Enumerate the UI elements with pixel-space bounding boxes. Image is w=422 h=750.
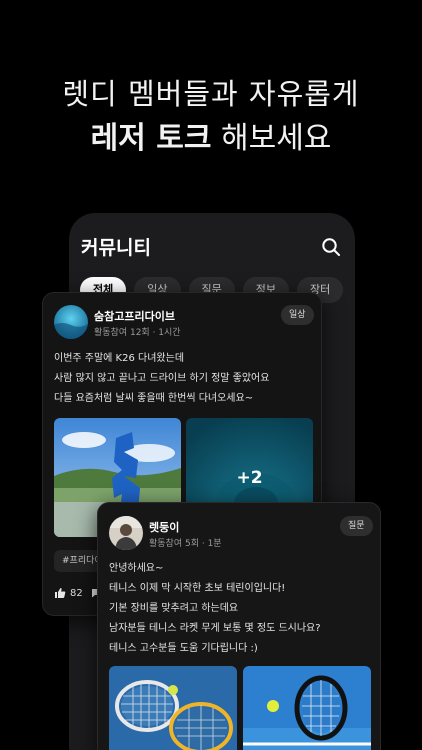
post-line: 사람 많지 않고 끝나고 드라이브 하기 정말 좋았어요 — [54, 373, 270, 384]
post-line: 기본 장비를 맞추려고 하는데요 — [109, 603, 239, 614]
post-line: 다들 요즘처럼 날씨 좋을때 한번씩 다녀오세요~ — [54, 393, 254, 404]
page-title: 커뮤니티 — [81, 237, 151, 259]
post-line: 남자분들 테니스 라켓 무게 보통 몇 정도 드시나요? — [109, 623, 321, 634]
like-count: 82 — [70, 587, 83, 599]
user-meta: 활동참여 5회 · 1분 — [149, 539, 222, 549]
headline-line-2: 레저 토크 해보세요 — [0, 116, 422, 162]
post-line: 이번주 주말에 K26 다녀왔는데 — [54, 353, 185, 364]
person-avatar-icon — [109, 516, 143, 550]
headline-line-1: 렛디 멤버들과 자유롭게 — [62, 77, 360, 111]
post-body: 이번주 주말에 K26 다녀왔는데 사람 많지 않고 끝나고 드라이브 하기 정… — [54, 349, 269, 409]
headline-bold: 레저 토크 — [90, 121, 212, 156]
like-button[interactable]: 82 — [54, 587, 83, 599]
thumbs-up-icon — [55, 588, 66, 598]
category-badge: 질문 — [340, 516, 373, 536]
post-body: 안녕하세요~ 테니스 이제 막 시작한 초보 테린이입니다! 기본 장비를 맞추… — [109, 559, 321, 659]
headline-rest: 해보세요 — [211, 121, 332, 156]
post-line: 테니스 고수분들 도움 기다립니다 :) — [109, 643, 258, 654]
post-photo-rackets[interactable] — [109, 666, 237, 750]
post-card-tennis[interactable]: 렛둥이 활동참여 5회 · 1분 질문 안녕하세요~ 테니스 이제 막 시작한 … — [97, 502, 381, 750]
avatar[interactable] — [54, 305, 88, 339]
avatar[interactable] — [109, 516, 143, 550]
post-photo-court[interactable] — [243, 666, 371, 750]
rackets-photo-icon — [109, 666, 237, 750]
search-icon[interactable] — [321, 237, 341, 257]
court-photo-icon — [243, 666, 371, 750]
ocean-avatar-icon — [54, 305, 88, 339]
user-meta: 활동참여 12회 · 1시간 — [94, 328, 181, 338]
post-line: 테니스 이제 막 시작한 초보 테린이입니다! — [109, 583, 286, 594]
username[interactable]: 숨참고프리다이브 — [94, 308, 175, 324]
category-badge: 일상 — [281, 305, 314, 325]
post-line: 안녕하세요~ — [109, 563, 164, 574]
headline: 렛디 멤버들과 자유롭게 레저 토크 해보세요 — [0, 72, 422, 162]
username[interactable]: 렛둥이 — [149, 519, 179, 535]
